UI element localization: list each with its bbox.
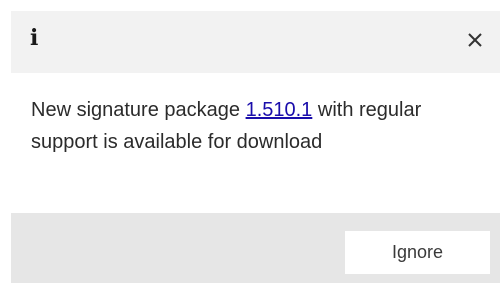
package-version-link[interactable]: 1.510.1 (246, 99, 313, 121)
notification-footer: Ignore (11, 213, 500, 283)
close-icon[interactable] (464, 29, 486, 51)
notification-body: New signature package 1.510.1 with regul… (11, 73, 500, 213)
notification-dialog: i New signature package 1.510.1 with reg… (0, 0, 500, 283)
notification-header: i (11, 11, 500, 73)
info-icon: i (30, 25, 39, 51)
ignore-button[interactable]: Ignore (345, 231, 490, 274)
notification-message: New signature package 1.510.1 with regul… (31, 94, 471, 158)
message-prefix: New signature package (31, 99, 246, 121)
